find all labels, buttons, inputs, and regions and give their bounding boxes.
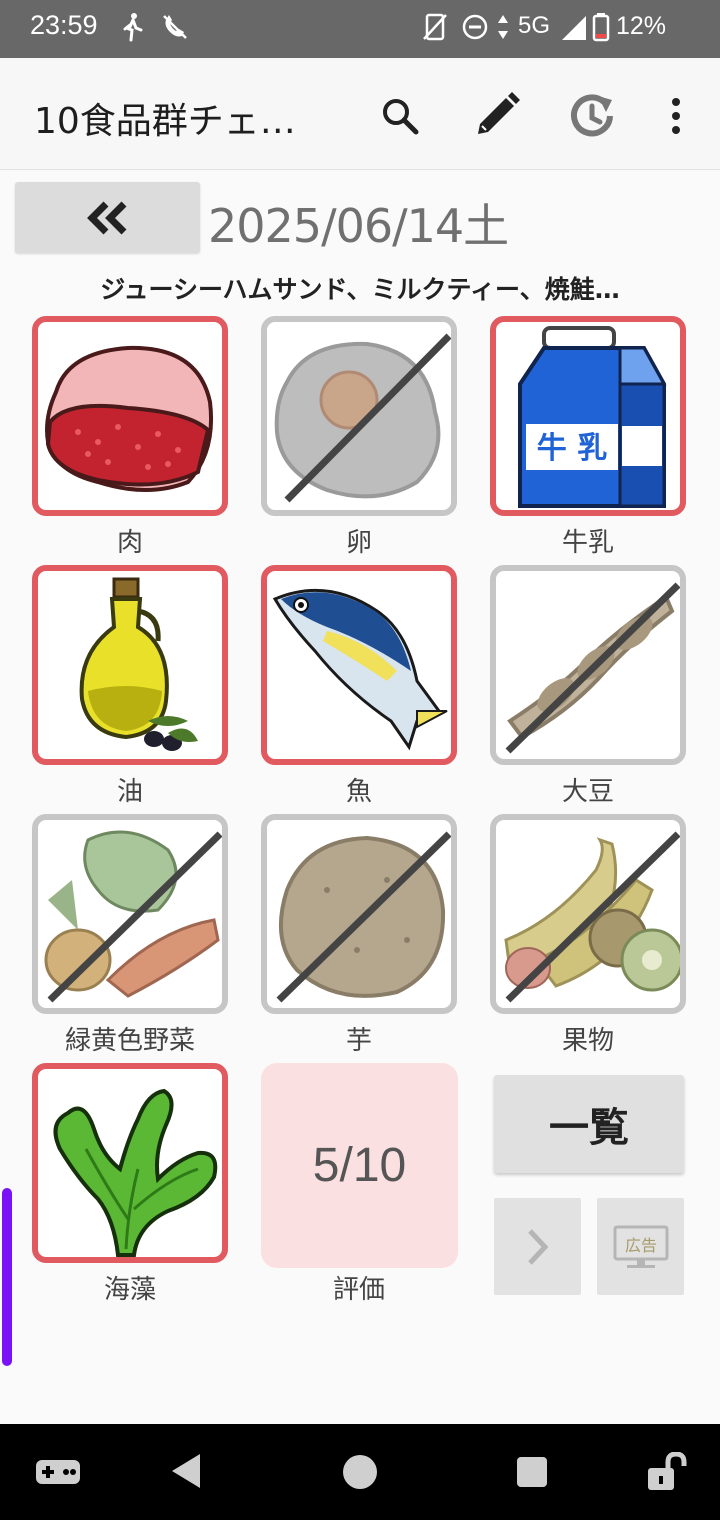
scroll-indicator bbox=[2, 1188, 12, 1366]
score-label: 評価 bbox=[332, 1275, 385, 1305]
food-tile-oil[interactable] bbox=[32, 565, 228, 765]
milk-carton-icon: 牛 乳 bbox=[518, 326, 667, 508]
next-button[interactable] bbox=[494, 1198, 581, 1295]
food-label: 肉 bbox=[116, 528, 143, 558]
food-tile-seaweed[interactable] bbox=[32, 1063, 228, 1263]
gamepad-icon[interactable] bbox=[34, 1458, 82, 1490]
food-tile-potato[interactable] bbox=[261, 814, 457, 1014]
walking-icon bbox=[120, 12, 146, 46]
meals-summary[interactable]: ジューシーハムサンド、ミルクティー、焼鮭… bbox=[0, 270, 720, 306]
app-title: 10食品群チェ… bbox=[34, 101, 296, 142]
recents-icon[interactable] bbox=[516, 1456, 548, 1492]
food-label: 果物 bbox=[561, 1026, 614, 1056]
list-button[interactable]: 一覧 bbox=[494, 1075, 684, 1173]
fish-icon bbox=[272, 588, 448, 751]
food-tile-fish[interactable] bbox=[261, 565, 457, 765]
food-label: 芋 bbox=[345, 1026, 372, 1056]
food-label: 海藻 bbox=[103, 1275, 156, 1305]
battery-icon bbox=[592, 12, 610, 46]
score-display: 5/10 bbox=[261, 1063, 458, 1268]
food-tile-green-yellow-vegetables[interactable] bbox=[32, 814, 228, 1014]
status-bar: 23:59 5G 12% bbox=[0, 0, 720, 58]
more-vert-icon[interactable] bbox=[646, 86, 706, 146]
oil-bottle-icon bbox=[79, 577, 198, 751]
back-icon[interactable] bbox=[170, 1452, 204, 1494]
milk-carton-text: 牛 乳 bbox=[537, 431, 607, 466]
ad-button[interactable]: 広告 bbox=[597, 1198, 684, 1295]
wifi-calling-icon bbox=[160, 12, 190, 46]
meat-icon bbox=[45, 345, 214, 492]
status-time: 23:59 bbox=[30, 10, 98, 40]
food-label: 魚 bbox=[345, 777, 372, 807]
egg-icon bbox=[274, 333, 451, 503]
food-label: 油 bbox=[116, 777, 143, 807]
previous-day-button[interactable] bbox=[15, 182, 200, 253]
history-icon[interactable] bbox=[562, 86, 622, 146]
chevron-right-icon bbox=[527, 1228, 548, 1265]
potato-icon bbox=[276, 831, 451, 1003]
food-tile-egg[interactable] bbox=[261, 316, 457, 516]
home-icon[interactable] bbox=[342, 1454, 378, 1494]
unlock-icon[interactable] bbox=[646, 1451, 688, 1496]
network-type: 5G bbox=[518, 12, 551, 39]
seaweed-icon bbox=[53, 1088, 218, 1257]
food-tile-fruit[interactable] bbox=[490, 814, 686, 1014]
app-bar: 10食品群チェ… bbox=[0, 58, 720, 170]
food-label: 大豆 bbox=[561, 777, 614, 807]
food-tile-meat[interactable] bbox=[32, 316, 228, 516]
vegetables-icon bbox=[44, 830, 222, 1003]
food-label: 牛乳 bbox=[561, 528, 614, 558]
battery-percent: 12% bbox=[616, 12, 667, 40]
navigation-bar bbox=[0, 1424, 720, 1520]
food-tile-soybean[interactable] bbox=[490, 565, 686, 765]
food-label: 緑黄色野菜 bbox=[64, 1026, 195, 1056]
signal-icon bbox=[560, 12, 588, 46]
date-label: 2025/06/14土 bbox=[208, 199, 509, 253]
ad-label: 広告 bbox=[624, 1236, 656, 1255]
fruit-icon bbox=[504, 831, 680, 1003]
ad-monitor-icon: 広告 bbox=[613, 1225, 668, 1268]
food-tile-milk[interactable]: 牛 乳 bbox=[490, 316, 686, 516]
data-arrows-icon bbox=[496, 12, 510, 46]
edit-icon[interactable] bbox=[466, 86, 526, 146]
do-not-disturb-icon bbox=[462, 12, 490, 46]
soybean-icon bbox=[505, 582, 680, 754]
double-chevron-left-icon bbox=[86, 201, 126, 234]
search-icon[interactable] bbox=[370, 86, 430, 146]
food-label: 卵 bbox=[345, 528, 372, 558]
vibrate-icon bbox=[422, 12, 448, 46]
